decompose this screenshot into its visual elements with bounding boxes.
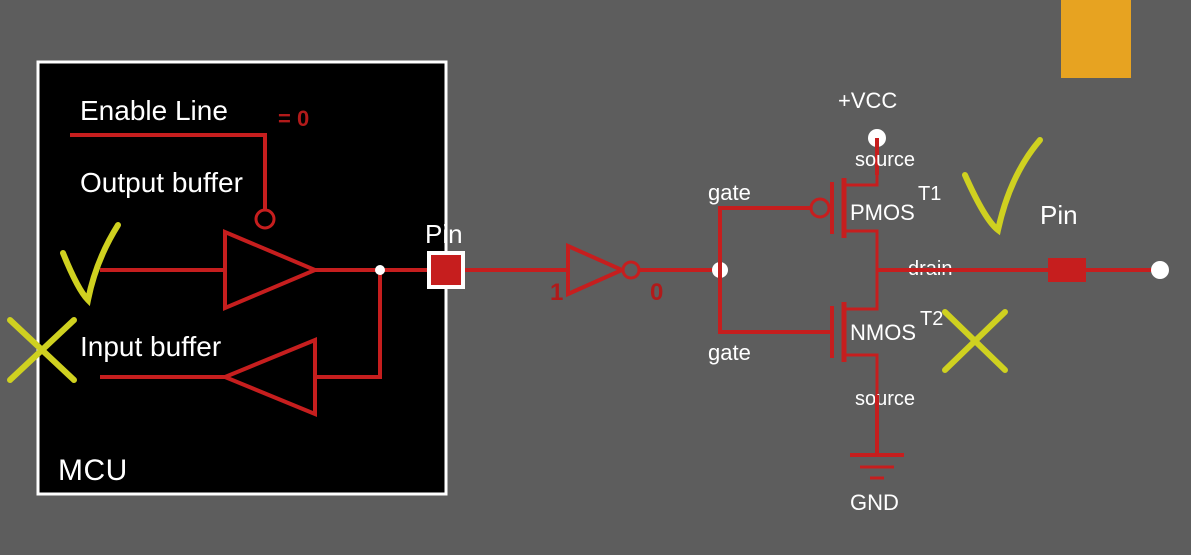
enable-line-value: = 0 bbox=[278, 106, 309, 131]
gate-label-top: gate bbox=[708, 180, 751, 205]
inverter-input-value: 1 bbox=[550, 279, 563, 306]
source-label-bot: source bbox=[855, 388, 915, 410]
input-buffer-label: Input buffer bbox=[80, 331, 221, 362]
source-label-top: source bbox=[855, 149, 915, 171]
gnd-symbol bbox=[850, 455, 904, 478]
cross-icon bbox=[945, 312, 1005, 370]
output-pin-label: Pin bbox=[1040, 200, 1078, 230]
mcu-pin-label: Pin bbox=[425, 219, 463, 249]
pmos-label: PMOS bbox=[850, 200, 915, 225]
gnd-label: GND bbox=[850, 490, 899, 515]
gate-label-bot: gate bbox=[708, 340, 751, 365]
t2-label: T2 bbox=[920, 308, 943, 330]
wire-to-pmos-gate bbox=[720, 208, 810, 270]
check-icon bbox=[965, 140, 1040, 230]
inverter-output-value: 0 bbox=[650, 279, 663, 306]
enable-line-label: Enable Line bbox=[80, 95, 228, 126]
inverter-symbol bbox=[568, 246, 639, 294]
output-node bbox=[1151, 261, 1169, 279]
nmos-label: NMOS bbox=[850, 320, 916, 345]
vcc-label: +VCC bbox=[838, 88, 897, 113]
diagram-canvas: MCU Enable Line = 0 Output buffer Input … bbox=[0, 0, 1191, 555]
output-buffer-label: Output buffer bbox=[80, 167, 243, 198]
mcu-title: MCU bbox=[58, 454, 128, 487]
wire-to-nmos-gate bbox=[720, 270, 810, 332]
output-pin-block bbox=[1048, 258, 1086, 282]
t1-label: T1 bbox=[918, 183, 941, 205]
mcu-pin bbox=[427, 251, 465, 289]
accent-block bbox=[1061, 0, 1131, 78]
